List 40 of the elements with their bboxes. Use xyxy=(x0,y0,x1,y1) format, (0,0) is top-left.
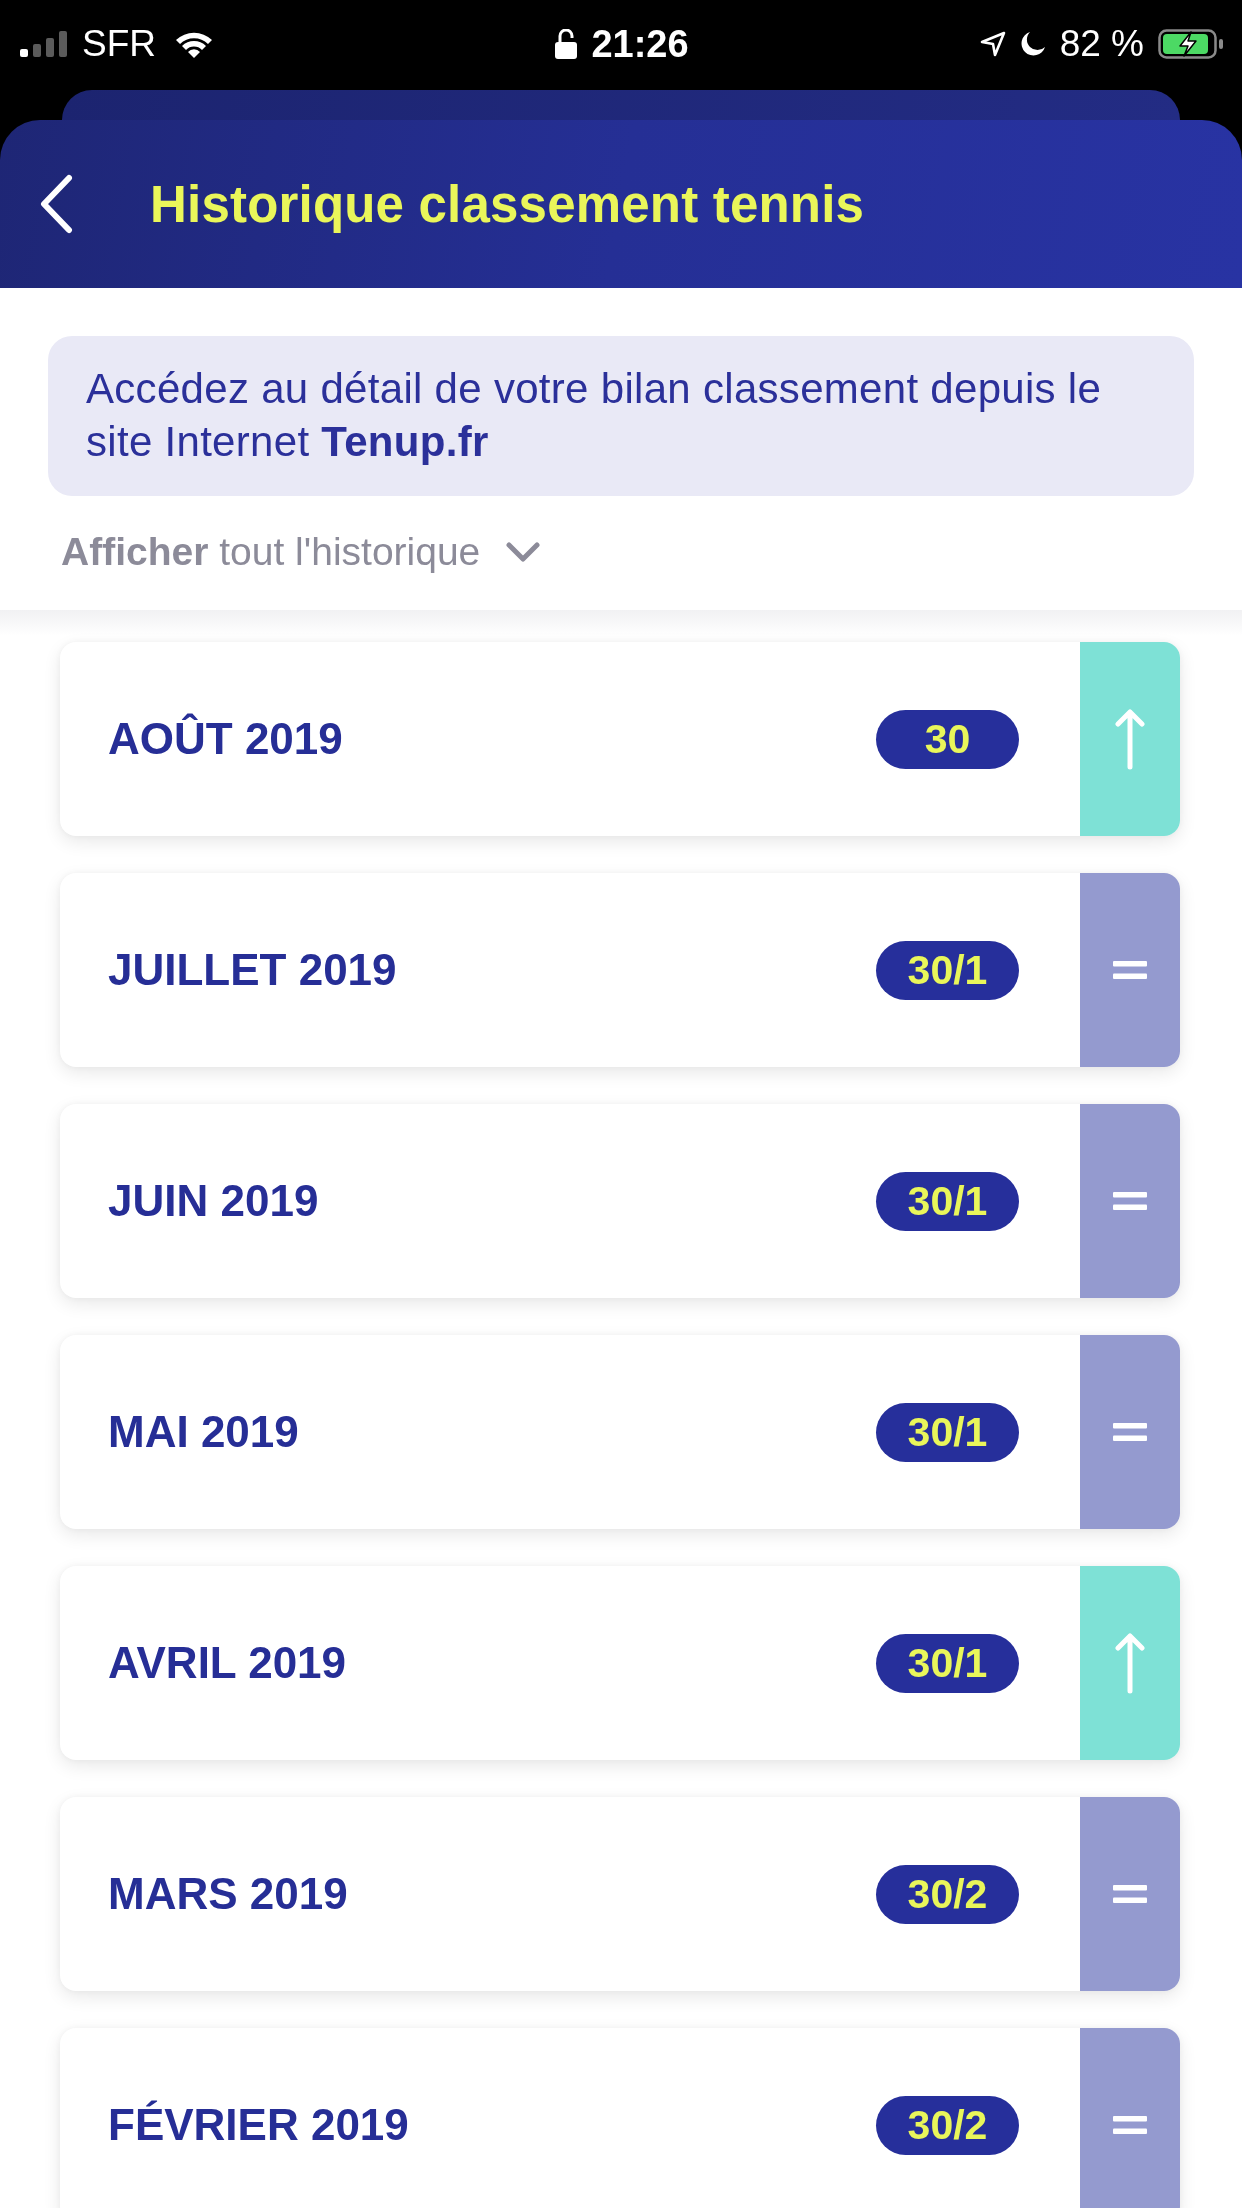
ranking-badge: 30/1 xyxy=(876,940,1019,1000)
page-title: Historique classement tennis xyxy=(150,174,865,234)
month-label: MAI 2019 xyxy=(107,1407,300,1457)
arrow-up-icon xyxy=(1115,1632,1145,1694)
equals-icon xyxy=(1113,961,1147,979)
location-arrow-icon xyxy=(979,31,1006,57)
month-label: JUILLET 2019 xyxy=(107,945,398,995)
ranking-badge: 30/1 xyxy=(876,1633,1019,1693)
ranking-badge: 30/2 xyxy=(876,2095,1019,2155)
month-card[interactable]: AOÛT 2019 30 xyxy=(60,642,1180,836)
month-label: MARS 2019 xyxy=(107,1869,349,1919)
ranking-badge: 30/2 xyxy=(876,1864,1019,1924)
equals-icon xyxy=(1113,2116,1147,2134)
equals-icon xyxy=(1113,1885,1147,1903)
info-banner: Accédez au détail de votre bilan classement depuis le site Internet Tenup.fr xyxy=(48,336,1194,496)
month-card[interactable]: FÉVRIER 2019 30/2 xyxy=(60,2028,1180,2208)
month-label: FÉVRIER 2019 xyxy=(107,2100,410,2150)
signal-icon xyxy=(20,31,68,57)
equals-icon xyxy=(1113,1192,1147,1210)
month-card[interactable]: MARS 2019 30/2 xyxy=(60,1797,1180,1991)
arrow-up-icon xyxy=(1115,708,1145,770)
ranking-badge: 30 xyxy=(876,709,1019,769)
ranking-badge: 30/1 xyxy=(876,1402,1019,1462)
month-label: AVRIL 2019 xyxy=(107,1638,348,1688)
month-label: AOÛT 2019 xyxy=(107,714,344,764)
lock-icon xyxy=(555,29,578,59)
month-card[interactable]: JUILLET 2019 30/1 xyxy=(60,873,1180,1067)
equals-icon xyxy=(1113,1423,1147,1441)
carrier-name: SFR xyxy=(82,23,156,65)
moon-icon xyxy=(1019,31,1046,57)
month-card[interactable]: JUIN 2019 30/1 xyxy=(60,1104,1180,1298)
battery-icon xyxy=(1158,29,1224,59)
chevron-left-icon xyxy=(38,174,74,234)
clock-time: 21:26 xyxy=(591,22,689,66)
month-card[interactable]: AVRIL 2019 30/1 xyxy=(60,1566,1180,1760)
month-card[interactable]: MAI 2019 30/1 xyxy=(60,1335,1180,1529)
chevron-down-icon xyxy=(506,542,541,562)
ranking-badge: 30/1 xyxy=(876,1171,1019,1231)
month-label: JUIN 2019 xyxy=(107,1176,320,1226)
battery-percent: 82 % xyxy=(1059,23,1144,65)
